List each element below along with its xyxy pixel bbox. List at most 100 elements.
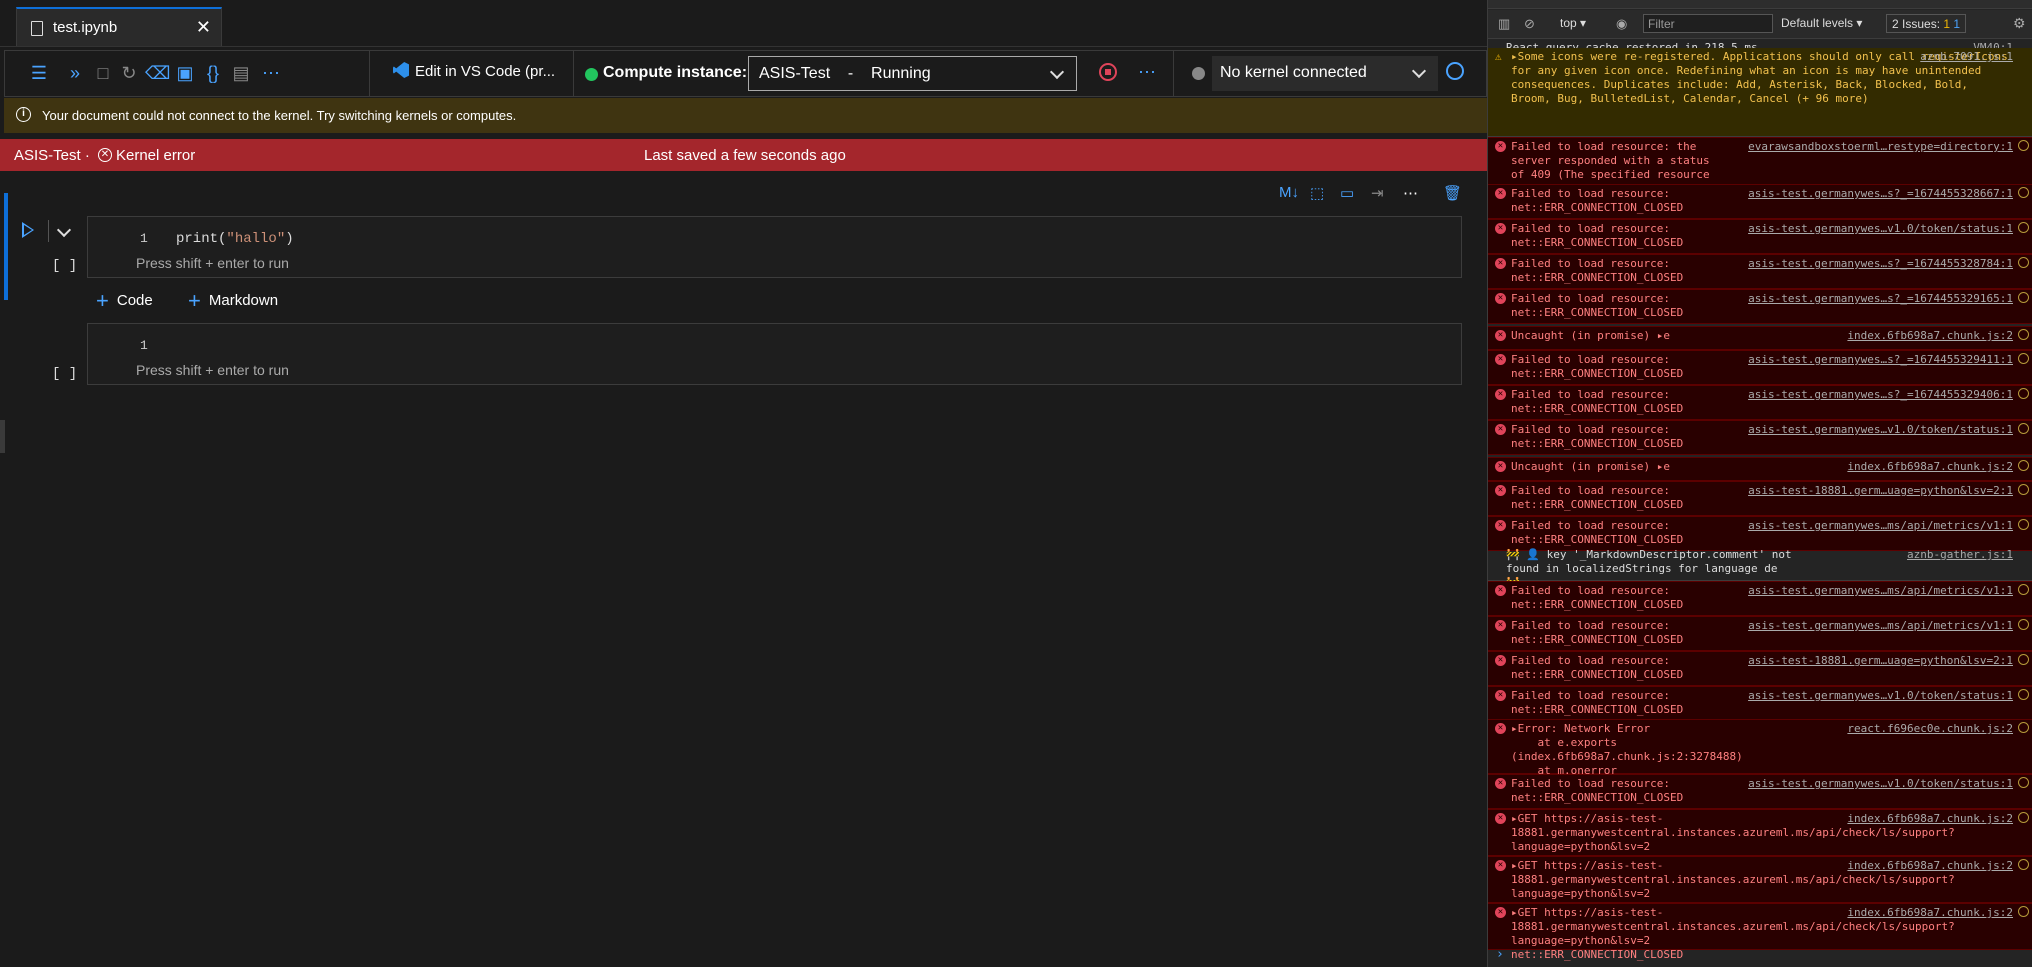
scrollbar[interactable] (0, 420, 5, 453)
console-error[interactable]: ✕ Failed to load resource: net::ERR_CONNE… (1488, 254, 2032, 289)
console-error[interactable]: ✕ Failed to load resource: net::ERR_CONNE… (1488, 774, 2032, 809)
tab-test-ipynb[interactable]: test.ipynb ✕ (16, 7, 222, 46)
network-panel-icon[interactable] (2018, 519, 2029, 530)
source-link[interactable]: asis-test.germanywes…s?_=1674455329411:1 (1748, 353, 2013, 367)
clear-outputs-icon[interactable]: ⌫ (145, 61, 170, 85)
source-link[interactable]: index.6fb698a7.chunk.js:2 (1847, 859, 2013, 873)
close-icon[interactable]: ✕ (196, 17, 211, 38)
source-link[interactable]: asis-test.germanywes…ms/api/metrics/v1:1 (1748, 619, 2013, 633)
source-link[interactable]: aznb-7091.js:1 (1920, 50, 2013, 64)
source-link[interactable]: react.f696ec0e.chunk.js:2 (1847, 722, 2013, 736)
console-error[interactable]: ✕ Failed to load resource: net::ERR_CONNE… (1488, 219, 2032, 254)
eye-icon[interactable]: ◉ (1616, 16, 1627, 32)
console-error[interactable]: ✕ ▸GET https://asis-test-18881.germanywes… (1488, 856, 2032, 914)
stop-icon[interactable]: □ (91, 61, 115, 85)
source-link[interactable]: index.6fb698a7.chunk.js:2 (1847, 329, 2013, 343)
source-link[interactable]: evarawsandboxstoerml…restype=directory:1 (1748, 140, 2013, 154)
console-message[interactable]: 🚧 👤 key '_MarkdownDescriptor.comment' no… (1488, 546, 2032, 589)
network-panel-icon[interactable] (2018, 292, 2029, 303)
source-link[interactable]: asis-test.germanywes…v1.0/token/status:1 (1748, 222, 2013, 236)
kernel-error-status[interactable]: Kernel error (116, 147, 195, 164)
source-link[interactable]: asis-test.germanywes…v1.0/token/status:1 (1748, 777, 2013, 791)
compute-more-icon[interactable]: ⋯ (1138, 62, 1157, 83)
collapse-cell-icon[interactable] (56, 222, 72, 238)
gear-icon[interactable]: ⚙ (2013, 15, 2026, 32)
restart-icon[interactable]: ↻ (117, 61, 141, 85)
network-panel-icon[interactable] (2018, 257, 2029, 268)
source-link[interactable]: asis-test.germanywes…v1.0/token/status:1 (1748, 689, 2013, 703)
console-error[interactable]: ✕ Failed to load resource: net::ERR_CONNE… (1488, 289, 2032, 324)
edit-in-vscode-button[interactable]: Edit in VS Code (pr... (393, 62, 555, 86)
source-link[interactable]: asis-test.germanywes…s?_=1674455329165:1 (1748, 292, 2013, 306)
source-link[interactable]: asis-test.germanywes…v1.0/token/status:1 (1748, 423, 2013, 437)
source-link[interactable]: index.6fb698a7.chunk.js:2 (1847, 460, 2013, 474)
convert-markdown-icon[interactable]: M↓ (1279, 184, 1299, 201)
log-levels-select[interactable]: Default levels ▾ (1781, 16, 1862, 30)
network-panel-icon[interactable] (2018, 423, 2029, 434)
network-panel-icon[interactable] (2018, 654, 2029, 665)
more-options-icon[interactable]: ⋯ (259, 61, 283, 85)
code-cell-2[interactable]: 1 Press shift + enter to run (87, 323, 1462, 385)
source-link[interactable]: asis-test.germanywes…s?_=1674455328667:1 (1748, 187, 2013, 201)
console-error[interactable]: ✕ ▸GET https://asis-test-18881.germanywes… (1488, 809, 2032, 867)
console-error[interactable]: ✕ Failed to load resource: net::ERR_CONNE… (1488, 581, 2032, 616)
network-panel-icon[interactable] (2018, 140, 2029, 151)
cell-more-icon[interactable]: ⋯ (1403, 184, 1418, 202)
filter-input[interactable]: Filter (1643, 14, 1773, 33)
source-link[interactable]: aznb-gather.js:1 (1907, 548, 2013, 562)
console-error[interactable]: ✕ Failed to load resource: net::ERR_CONNE… (1488, 420, 2032, 455)
run-all-icon[interactable]: » (63, 61, 87, 85)
console-error[interactable]: ✕ Failed to load resource: net::ERR_CONNE… (1488, 385, 2032, 420)
code-cell-1[interactable]: 1 print("hallo") Press shift + enter to … (87, 216, 1462, 278)
console-error[interactable]: ✕ ▸Error: Network Error at e.exports (ind… (1488, 719, 2032, 791)
console-prompt[interactable]: › (1496, 947, 1504, 962)
console-error[interactable]: ✕ Uncaught (in promise) ▸e index.6fb698a7.… (1488, 457, 2032, 481)
sidebar-toggle-icon[interactable]: ▥ (1498, 16, 1510, 32)
console-error[interactable]: ✕ Failed to load resource: net::ERR_CONNE… (1488, 686, 2032, 721)
network-panel-icon[interactable] (2018, 187, 2029, 198)
compute-instance-select[interactable]: ASIS-Test - Running (748, 56, 1077, 91)
network-panel-icon[interactable] (2018, 689, 2029, 700)
variables-icon[interactable]: {} (201, 61, 225, 85)
run-cell-icon[interactable] (22, 222, 34, 238)
network-panel-icon[interactable] (2018, 460, 2029, 471)
source-link[interactable]: asis-test.germanywes…ms/api/metrics/v1:1 (1748, 584, 2013, 598)
network-panel-icon[interactable] (2018, 388, 2029, 399)
console-warning[interactable]: ⚠ ▸Some icons were re-registered. Applica… (1488, 48, 2032, 137)
comment-icon[interactable]: ▭ (1340, 184, 1354, 202)
add-code-button[interactable]: + Code (96, 288, 153, 314)
select-cell-icon[interactable]: ⬚ (1310, 184, 1324, 202)
refresh-kernel-icon[interactable] (1446, 62, 1464, 80)
console-error[interactable]: ✕ Failed to load resource: the server res… (1488, 137, 2032, 195)
console-error[interactable]: ✕ Failed to load resource: net::ERR_CONNE… (1488, 350, 2032, 385)
save-icon[interactable]: ▣ (173, 61, 197, 85)
console-error[interactable]: ✕ ▸GET https://asis-test-18881.germanywes… (1488, 903, 2032, 961)
network-panel-icon[interactable] (2018, 584, 2029, 595)
source-link[interactable]: asis-test.germanywes…ms/api/metrics/v1:1 (1748, 519, 2013, 533)
network-panel-icon[interactable] (2018, 777, 2029, 788)
split-cell-icon[interactable]: ⇥ (1371, 184, 1384, 202)
source-link[interactable]: asis-test.germanywes…s?_=1674455328784:1 (1748, 257, 2013, 271)
network-panel-icon[interactable] (2018, 859, 2029, 870)
network-panel-icon[interactable] (2018, 722, 2029, 733)
network-panel-icon[interactable] (2018, 353, 2029, 364)
console-error[interactable]: ✕ Failed to load resource: net::ERR_CONNE… (1488, 616, 2032, 651)
network-panel-icon[interactable] (2018, 619, 2029, 630)
source-link[interactable]: asis-test-18881.germ…uage=python&lsv=2:1 (1748, 484, 2013, 498)
network-panel-icon[interactable] (2018, 222, 2029, 233)
kernel-select[interactable]: No kernel connected (1212, 56, 1438, 91)
clear-console-icon[interactable]: ⊘ (1524, 16, 1535, 32)
context-select[interactable]: top ▾ (1560, 16, 1586, 30)
console-error[interactable]: ✕ Failed to load resource: net::ERR_CONNE… (1488, 651, 2032, 686)
network-panel-icon[interactable] (2018, 484, 2029, 495)
network-panel-icon[interactable] (2018, 329, 2029, 340)
source-link[interactable]: index.6fb698a7.chunk.js:2 (1847, 812, 2013, 826)
network-panel-icon[interactable] (2018, 906, 2029, 917)
source-link[interactable]: asis-test.germanywes…s?_=1674455329406:1 (1748, 388, 2013, 402)
add-markdown-button[interactable]: + Markdown (188, 288, 278, 314)
network-panel-icon[interactable] (2018, 812, 2029, 823)
table-of-contents-icon[interactable]: ▤ (229, 61, 253, 85)
console-error[interactable]: ✕ Uncaught (in promise) ▸e index.6fb698a7.… (1488, 326, 2032, 350)
source-link[interactable]: index.6fb698a7.chunk.js:2 (1847, 906, 2013, 920)
issues-button[interactable]: 2 Issues: 1 1 (1886, 14, 1967, 33)
